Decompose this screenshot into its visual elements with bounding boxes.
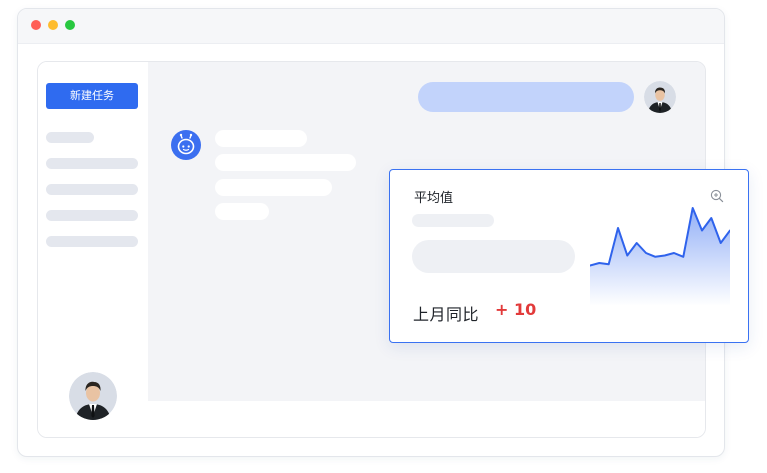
sidebar-item-placeholder[interactable] [46,210,138,221]
sidebar-item-placeholder[interactable] [46,236,138,247]
month-over-month-value: + 10 [495,300,537,319]
sidebar-item-placeholder[interactable] [46,184,138,195]
average-value-card: 平均值 上月同比 + 10 [389,169,749,343]
input-area[interactable] [148,401,705,437]
card-title: 平均值 [414,191,454,206]
bot-message-line [215,179,332,196]
card-skeleton-block [412,240,575,273]
minimize-window-button[interactable] [48,20,58,30]
close-window-button[interactable] [31,20,41,30]
bot-message-line [215,130,307,147]
new-task-button[interactable]: 新建任务 [46,83,138,109]
user-avatar[interactable] [69,372,117,420]
maximize-window-button[interactable] [65,20,75,30]
robot-icon [171,130,201,160]
user-message-bubble [418,82,634,112]
month-over-month-label: 上月同比 [413,305,480,324]
user-avatar[interactable] [644,81,676,113]
bot-message-line [215,203,269,220]
sidebar-item-placeholder[interactable] [46,158,138,169]
sparkline-chart [590,207,730,306]
zoom-in-icon[interactable] [710,189,724,203]
bot-message-line [215,154,356,171]
card-skeleton-line [412,214,494,227]
sidebar-item-placeholder[interactable] [46,132,94,143]
title-bar [18,9,724,44]
sidebar: 新建任务 [38,62,149,437]
